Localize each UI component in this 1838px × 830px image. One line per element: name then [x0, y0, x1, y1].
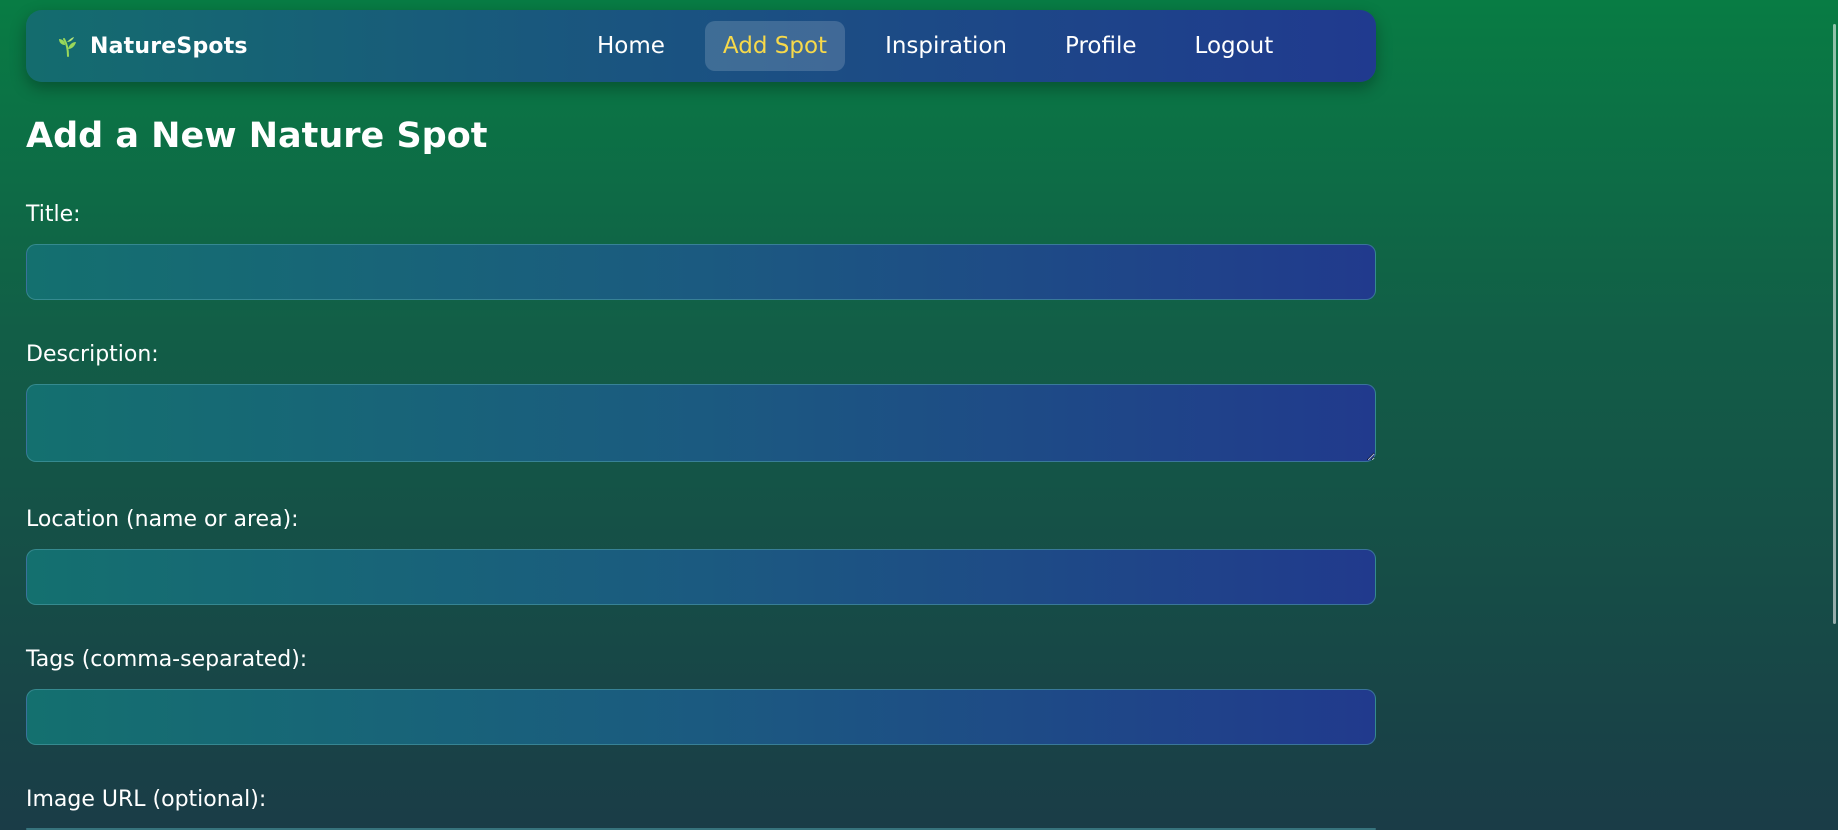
tags-input[interactable] [26, 689, 1376, 745]
nav-item-profile[interactable]: Profile [1047, 21, 1155, 71]
nav-item-add-spot[interactable]: Add Spot [704, 21, 846, 71]
description-textarea[interactable] [26, 384, 1376, 462]
nav-links: Home Add Spot Inspiration Profile Logout [579, 21, 1291, 71]
leaf-icon [59, 37, 76, 57]
image-url-label: Image URL (optional): [26, 787, 267, 812]
title-input[interactable] [26, 244, 1376, 300]
location-input[interactable] [26, 549, 1376, 605]
nav-item-home[interactable]: Home [579, 21, 683, 71]
description-label: Description: [26, 342, 159, 367]
tags-label: Tags (comma-separated): [26, 647, 308, 672]
brand-name: NatureSpots [90, 33, 248, 59]
nav-item-inspiration[interactable]: Inspiration [867, 21, 1025, 71]
top-navbar: NatureSpots Home Add Spot Inspiration Pr… [26, 10, 1376, 82]
title-label: Title: [26, 202, 81, 227]
brand-logo[interactable]: NatureSpots [56, 10, 248, 82]
location-label: Location (name or area): [26, 507, 299, 532]
page-scrollbar[interactable] [1833, 24, 1836, 624]
page-title: Add a New Nature Spot [26, 116, 488, 156]
nav-item-logout[interactable]: Logout [1177, 21, 1292, 71]
